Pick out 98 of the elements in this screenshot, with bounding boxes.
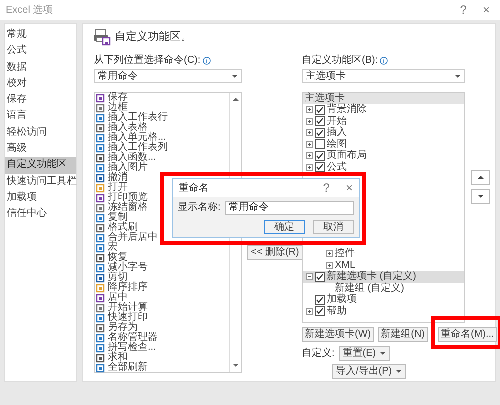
customize-label: 自定义: (302, 346, 335, 361)
checkbox[interactable] (315, 150, 325, 161)
tree-action-button[interactable]: 新建选项卡(W) (302, 327, 374, 342)
caret-icon (455, 74, 461, 78)
info-icon (380, 57, 388, 65)
command-source-label: 从下列位置选择命令(C): (94, 55, 201, 67)
command-item[interactable]: 宏 (95, 243, 118, 253)
tree-header: 主选项卡 (303, 93, 464, 104)
command-item[interactable]: 开始计算 (95, 303, 148, 313)
tree-item[interactable]: 开始 (303, 116, 464, 127)
command-item[interactable]: 插入单元格... (95, 133, 166, 143)
tree-item[interactable]: 加载项 (303, 294, 464, 306)
tree-action-button[interactable]: 重命名(M)... (438, 327, 498, 342)
import-export-button[interactable]: 导入/导出(P) (332, 364, 406, 379)
close-button[interactable]: × (482, 3, 490, 17)
window-title: Excel 选项 (6, 4, 54, 18)
tree-item[interactable]: XML (303, 260, 464, 271)
command-item[interactable]: 剪切 (95, 273, 128, 283)
cancel-button[interactable]: 取消 (313, 220, 354, 234)
move-up-button[interactable] (471, 170, 490, 185)
close-button[interactable]: × (346, 181, 353, 195)
info-icon (202, 57, 211, 65)
down-icon (476, 193, 484, 200)
command-item[interactable]: 减小字号 (95, 263, 148, 273)
command-item[interactable]: 全部刷新 (95, 363, 148, 373)
command-item[interactable]: 打开 (95, 183, 128, 193)
sidebar-item[interactable]: 公式 (5, 43, 76, 60)
tree-item[interactable]: 绘图 (303, 138, 464, 150)
command-item[interactable]: 降序排序 (95, 283, 148, 293)
tree-item[interactable]: 页面布局 (303, 150, 464, 162)
name-field[interactable]: 常用命令 (224, 200, 354, 214)
command-item[interactable]: 另存为 (95, 323, 138, 333)
section-title: 自定义功能区。 (115, 30, 192, 45)
tree-item[interactable]: 帮助 (303, 306, 464, 317)
checkbox[interactable] (315, 116, 325, 126)
checkbox[interactable] (315, 139, 325, 150)
help-button[interactable]: ? (323, 181, 330, 195)
sidebar-item[interactable]: 自定义功能区 (5, 157, 76, 174)
caret-icon (380, 352, 386, 355)
command-source-dropdown[interactable]: 常用命令 (94, 69, 242, 83)
ok-button[interactable]: 确定 (264, 220, 305, 234)
scroll-up-icon (232, 97, 240, 102)
tree-item[interactable]: 控件 (303, 248, 464, 260)
command-item[interactable]: 恢复 (95, 253, 128, 263)
command-item[interactable]: 插入表格 (95, 123, 148, 133)
command-item[interactable]: 保存 (95, 93, 128, 103)
command-item[interactable]: 插入工作表列 (95, 143, 168, 153)
sidebar-item[interactable]: 保存 (5, 92, 76, 108)
command-item[interactable]: 拼写检查... (95, 343, 156, 353)
sidebar-item[interactable]: 加载项 (5, 190, 76, 206)
checkbox[interactable] (315, 104, 325, 115)
tree-item[interactable]: 公式 (303, 162, 464, 173)
remove-button[interactable]: << 删除(R) (247, 245, 304, 260)
sidebar-item[interactable]: 校对 (5, 76, 76, 92)
sidebar-item[interactable]: 语言 (5, 108, 76, 125)
ribbon-dropdown[interactable]: 主选项卡 (302, 69, 465, 83)
command-item[interactable]: 插入图片 (95, 163, 148, 173)
checkbox[interactable] (315, 128, 325, 138)
ribbon-settings-icon (94, 28, 111, 46)
sidebar-item[interactable]: 高级 (5, 141, 76, 158)
move-down-button[interactable] (471, 189, 490, 204)
checkbox[interactable] (315, 272, 325, 282)
caret-icon (232, 74, 238, 78)
command-item[interactable]: 打印预览 (95, 193, 148, 203)
help-button[interactable]: ? (460, 3, 467, 17)
command-item[interactable]: 撤消 (95, 173, 128, 183)
caret-icon (396, 370, 402, 373)
command-item[interactable]: 合并后居中 (95, 233, 158, 243)
tree-action-button[interactable]: 新建组(N) (378, 327, 428, 342)
customize-ribbon-label: 自定义功能区(B): (302, 55, 378, 67)
tree-item[interactable]: 背景消除 (303, 104, 464, 116)
checkbox[interactable] (315, 306, 325, 316)
command-item[interactable]: 名称管理器 (95, 333, 158, 343)
sidebar-item[interactable]: 信任中心 (5, 206, 76, 223)
up-icon (476, 174, 484, 181)
sidebar-item[interactable]: 数据 (5, 60, 76, 76)
command-item[interactable]: 冻结窗格 (95, 203, 148, 213)
command-item[interactable]: 插入工作表行 (95, 113, 168, 123)
tree-item[interactable]: 插入 (303, 127, 464, 138)
checkbox[interactable] (315, 162, 325, 172)
dialog-title: 重命名 (179, 182, 210, 196)
sidebar-item[interactable]: 快速访问工具栏 (5, 174, 76, 190)
field-label: 显示名称: (178, 201, 221, 215)
reset-button[interactable]: 重置(E) (338, 346, 390, 361)
command-item[interactable]: 边框 (95, 103, 128, 113)
command-item[interactable]: 居中 (95, 293, 128, 303)
command-item[interactable]: 插入函数... (95, 153, 156, 163)
tree-item[interactable]: 新建选项卡 (自定义) (303, 271, 464, 282)
command-item[interactable]: 快速打印 (95, 313, 148, 323)
command-item[interactable]: 求和 (95, 353, 128, 363)
scroll-down-icon (232, 363, 240, 368)
sidebar-item[interactable]: 常规 (5, 27, 76, 44)
sidebar-item[interactable]: 轻松访问 (5, 124, 76, 142)
command-item[interactable]: 格式刷 (95, 223, 138, 233)
command-item[interactable]: 复制 (95, 213, 128, 223)
tree-item[interactable]: 新建组 (自定义) (303, 282, 464, 294)
highlight-frame (431, 316, 500, 349)
checkbox[interactable] (315, 294, 325, 305)
